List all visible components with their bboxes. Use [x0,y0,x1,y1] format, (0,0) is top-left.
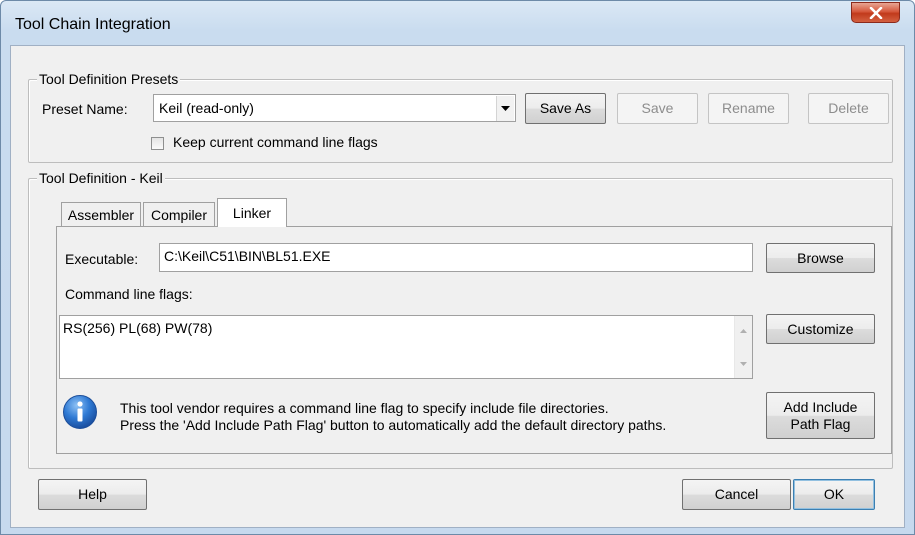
save-button[interactable]: Save [617,93,698,124]
delete-button[interactable]: Delete [808,93,889,124]
ok-button[interactable]: OK [793,479,875,510]
preset-name-label: Preset Name: [42,101,128,117]
tab-linker[interactable]: Linker [217,198,287,227]
add-include-label-line2: Path Flag [790,415,851,432]
tab-assembler[interactable]: Assembler [61,202,141,227]
presets-group-legend: Tool Definition Presets [37,71,181,87]
save-as-button[interactable]: Save As [525,93,606,124]
definition-group-legend: Tool Definition - Keil [37,170,165,186]
executable-label: Executable: [65,251,139,267]
keep-flags-checkbox[interactable] [151,137,164,150]
help-button[interactable]: Help [38,479,147,510]
browse-button[interactable]: Browse [766,243,875,273]
close-icon [869,7,883,19]
flags-scrollbar[interactable] [734,316,752,378]
chevron-down-icon [501,106,510,111]
preset-name-value: Keil (read-only) [159,100,254,116]
command-line-flags-textarea[interactable]: RS(256) PL(68) PW(78) [59,315,753,379]
info-message-line1: This tool vendor requires a command line… [120,400,609,416]
add-include-label-line1: Add Include [783,398,858,415]
dialog-window: Tool Chain Integration Tool Definition P… [0,0,915,535]
dialog-client-area: Tool Definition Presets Preset Name: Kei… [10,45,905,528]
info-icon [63,395,97,429]
command-line-flags-label: Command line flags: [65,286,193,302]
close-button[interactable] [851,2,900,23]
title-bar[interactable]: Tool Chain Integration [1,1,914,45]
info-message-line2: Press the 'Add Include Path Flag' button… [120,417,667,433]
scroll-arrows-icon [740,329,747,366]
preset-name-dropdown[interactable]: Keil (read-only) [153,94,516,122]
rename-button[interactable]: Rename [708,93,789,124]
dropdown-button[interactable] [496,96,514,121]
window-title: Tool Chain Integration [15,16,171,33]
tab-compiler[interactable]: Compiler [143,202,215,227]
keep-flags-label[interactable]: Keep current command line flags [173,134,378,150]
command-line-flags-value: RS(256) PL(68) PW(78) [63,320,213,336]
executable-input[interactable]: C:\Keil\C51\BIN\BL51.EXE [159,243,753,272]
cancel-button[interactable]: Cancel [682,479,791,510]
add-include-path-flag-button[interactable]: Add Include Path Flag [766,392,875,439]
customize-button[interactable]: Customize [766,314,875,344]
